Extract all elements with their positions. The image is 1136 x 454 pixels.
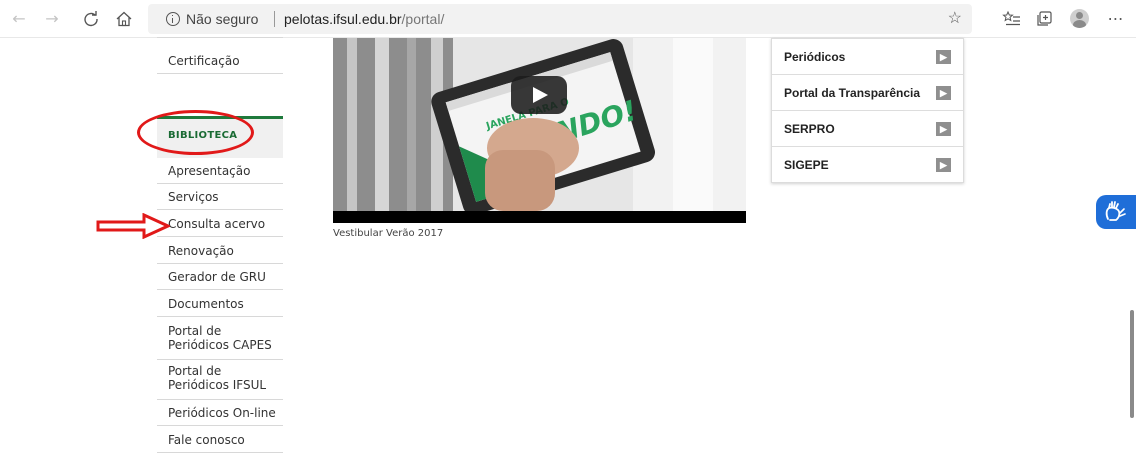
link-serpro-label: SERPRO [784,122,835,136]
collections-icon[interactable] [1034,9,1054,29]
menu-item-fale-conosco[interactable]: Fale conosco [157,427,283,453]
menu-item-gerador-gru[interactable]: Gerador de GRU [157,264,283,290]
chevron-right-icon: ▶ [936,50,951,64]
highlight-ellipse [137,110,254,155]
address-separator [274,11,275,27]
link-serpro[interactable]: SERPRO ▶ [772,111,963,147]
highlight-arrow-icon [96,213,170,239]
link-portal-transparencia-label: Portal da Transparência [784,86,921,100]
chevron-right-icon: ▶ [936,122,951,136]
menu-item-apresentacao[interactable]: Apresentação [157,158,283,184]
refresh-icon[interactable] [81,9,101,29]
menu-item-periodicos-online[interactable]: Periódicos On-line [157,400,283,426]
play-button[interactable] [511,76,567,114]
menu-item-periodicos-ifsul[interactable]: Portal de Periódicos IFSUL [157,358,283,400]
forward-icon[interactable]: → [42,9,62,29]
menu-item-renovacao[interactable]: Renovação [157,238,283,264]
menu-item-certificacao[interactable]: Certificação [157,48,283,74]
chevron-right-icon: ▶ [936,86,951,100]
menu-item-servicos[interactable]: Serviços [157,184,283,210]
favorites-list-icon[interactable] [1002,9,1022,29]
link-portal-transparencia[interactable]: Portal da Transparência ▶ [772,75,963,111]
video-control-bar [333,211,746,223]
info-icon[interactable] [166,12,180,26]
chevron-right-icon: ▶ [936,158,951,172]
video-caption: Vestibular Verão 2017 [333,228,444,239]
page-scrollbar[interactable] [1129,38,1136,454]
video-player[interactable]: JANELA PARA O MUNDO! [333,38,746,223]
link-periodicos-label: Periódicos [784,50,846,64]
link-sigepe[interactable]: SIGEPE ▶ [772,147,963,183]
sign-language-hands-icon [1105,201,1126,221]
link-periodicos[interactable]: Periódicos ▶ [772,39,963,75]
profile-icon[interactable] [1070,9,1089,28]
link-sigepe-label: SIGEPE [784,158,829,172]
video-thumbnail: JANELA PARA O MUNDO! [333,38,746,211]
scrollbar-thumb[interactable] [1130,310,1134,418]
favorite-star-icon[interactable]: ☆ [948,4,962,34]
more-icon[interactable]: ⋯ [1106,9,1126,29]
home-icon[interactable] [114,9,134,29]
back-icon[interactable]: ← [9,9,29,29]
menu-item-documentos[interactable]: Documentos [157,291,283,317]
quick-links-panel: Periódicos ▶ Portal da Transparência ▶ S… [771,38,964,183]
menu-item-partial[interactable] [157,26,283,38]
url-text[interactable]: pelotas.ifsul.edu.br/portal/ [284,4,444,34]
menu-item-periodicos-capes[interactable]: Portal de Periódicos CAPES [157,318,283,360]
url-path: /portal/ [401,11,445,27]
menu-item-consulta-acervo[interactable]: Consulta acervo [157,211,283,237]
url-host: pelotas.ifsul.edu.br [284,11,402,27]
